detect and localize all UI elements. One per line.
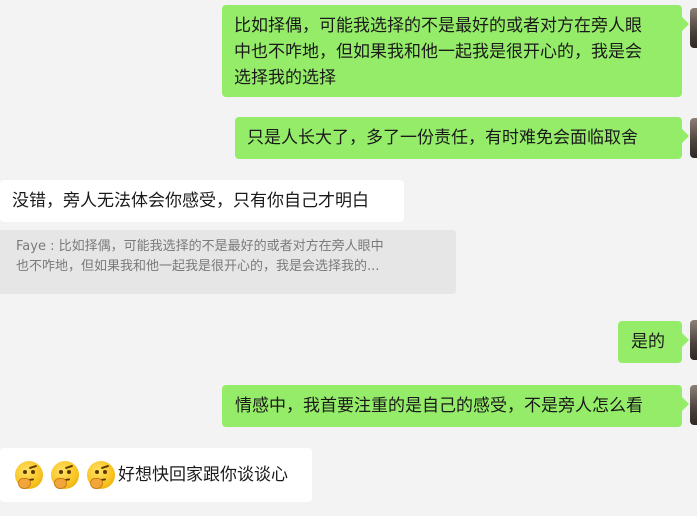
quoted-message[interactable]: Faye : 比如择偶，可能我选择的不是最好的或者对方在旁人眼中 也不咋地，但如… — [0, 230, 456, 294]
self-avatar[interactable] — [690, 118, 697, 158]
incoming-message-bubble[interactable]: 好想快回家跟你谈谈心 — [0, 448, 312, 502]
message-text: 没错，旁人无法体会你感受，只有你自己才明白 — [12, 191, 369, 211]
self-avatar[interactable] — [690, 385, 697, 425]
message-text: 只是人长大了，多了一份责任，有时难免会面临取舍 — [247, 128, 638, 148]
message-text: 好想快回家跟你谈谈心 — [118, 465, 288, 485]
message-text: 情感中，我首要注重的是自己的感受，不是旁人怎么看 — [235, 396, 643, 416]
quote-text-line: 也不咋地，但如果我和他一起我是很开心的，我是会选择我的... — [16, 259, 380, 274]
message-text: 是的 — [631, 332, 665, 352]
incoming-message-bubble[interactable]: 没错，旁人无法体会你感受，只有你自己才明白 — [0, 180, 404, 222]
outgoing-message-bubble[interactable]: 只是人长大了，多了一份责任，有时难免会面临取舍 — [235, 117, 689, 159]
thinking-face-icon — [87, 461, 115, 489]
message-text-line: 选择我的选择 — [234, 68, 336, 88]
message-text-line: 中也不咋地，但如果我和他一起我是很开心的，我是会 — [234, 42, 642, 62]
thinking-face-icon — [51, 461, 79, 489]
thinking-face-icon — [15, 461, 43, 489]
message-text-line: 比如择偶，可能我选择的不是最好的或者对方在旁人眼 — [234, 16, 642, 36]
quote-text-line: Faye : 比如择偶，可能我选择的不是最好的或者对方在旁人眼中 — [16, 239, 384, 254]
outgoing-message-bubble[interactable]: 是的 — [618, 321, 689, 363]
self-avatar[interactable] — [690, 320, 697, 360]
outgoing-message-bubble[interactable]: 情感中，我首要注重的是自己的感受，不是旁人怎么看 — [222, 385, 689, 427]
self-avatar[interactable] — [690, 8, 697, 48]
outgoing-message-bubble[interactable]: 比如择偶，可能我选择的不是最好的或者对方在旁人眼 中也不咋地，但如果我和他一起我… — [222, 5, 689, 97]
